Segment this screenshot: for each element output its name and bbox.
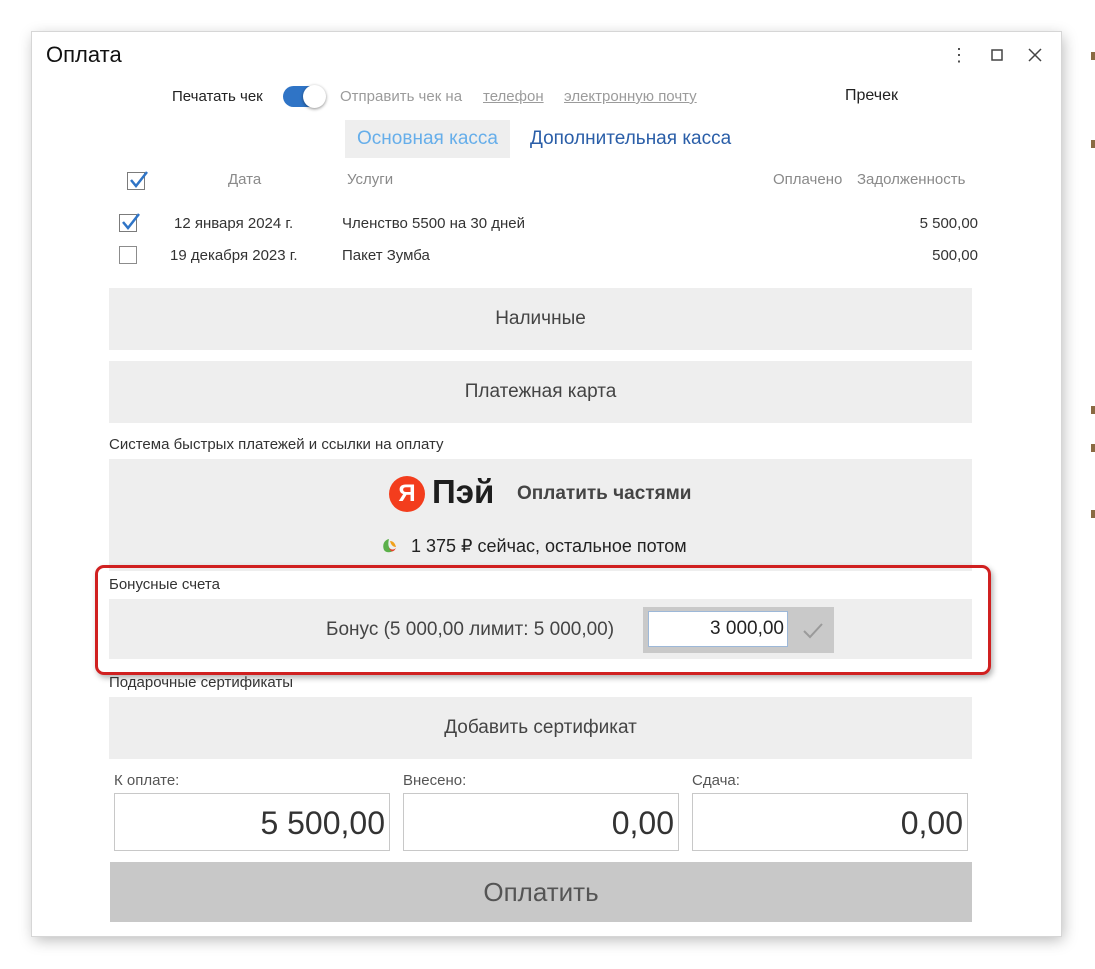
background-window-edge <box>1061 32 1095 936</box>
tab-additional-register[interactable]: Дополнительная касса <box>530 120 731 158</box>
row-service: Членство 5500 на 30 дней <box>342 215 525 232</box>
certificates-section-label: Подарочные сертификаты <box>109 674 294 691</box>
highlight-frame <box>95 565 991 675</box>
column-header-debt: Задолженность <box>857 171 966 188</box>
add-certificate-button[interactable]: Добавить сертификат <box>109 697 972 759</box>
card-button[interactable]: Платежная карта <box>109 361 972 423</box>
row-debt: 500,00 <box>932 247 978 264</box>
row-checkbox[interactable] <box>119 246 137 264</box>
row-debt: 5 500,00 <box>919 215 978 232</box>
row-date: 19 декабря 2023 г. <box>170 247 298 264</box>
print-receipt-toggle[interactable] <box>283 85 326 108</box>
yandex-logo-icon: Я <box>389 476 425 512</box>
column-header-service: Услуги <box>347 171 394 188</box>
pay-button[interactable]: Оплатить <box>110 862 972 922</box>
row-service: Пакет Зумба <box>342 247 430 264</box>
paid-label: Внесено: <box>403 772 467 789</box>
cash-button[interactable]: Наличные <box>109 288 972 350</box>
send-receipt-label: Отправить чек на <box>340 88 463 105</box>
column-header-paid: Оплачено <box>773 171 843 188</box>
yandex-pay-logo-text: Пэй <box>432 473 495 510</box>
maximize-icon[interactable] <box>984 42 1010 68</box>
to-pay-field: 5 500,00 <box>114 793 390 851</box>
paid-field[interactable]: 0,00 <box>403 793 679 851</box>
change-field: 0,00 <box>692 793 968 851</box>
more-options-icon[interactable]: ⋮ <box>946 42 972 68</box>
toggle-knob <box>303 85 326 108</box>
installment-subline: 1 375 ₽ сейчас, остальное потом <box>411 536 687 556</box>
payment-dialog: Оплата ⋮ Печатать чек Отправить чек на т… <box>32 32 1061 936</box>
yandex-pay-button[interactable]: Я Пэй Оплатить частями 1 375 ₽ сейчас, о… <box>109 459 972 571</box>
send-to-email-link[interactable]: электронную почту <box>564 88 697 105</box>
send-to-phone-link[interactable]: телефон <box>483 88 544 105</box>
row-checkbox[interactable] <box>119 213 140 232</box>
split-payment-icon <box>383 539 396 553</box>
checkmark-icon <box>130 171 148 188</box>
change-label: Сдача: <box>692 772 740 789</box>
pay-in-parts-label: Оплатить частями <box>517 483 692 504</box>
sbp-section-label: Система быстрых платежей и ссылки на опл… <box>109 436 444 453</box>
close-icon[interactable] <box>1022 42 1048 68</box>
select-all-checkbox[interactable] <box>127 171 148 190</box>
tab-main-register[interactable]: Основная касса <box>345 120 510 158</box>
dialog-title: Оплата <box>46 42 122 67</box>
checkmark-icon <box>122 213 140 230</box>
row-date: 12 января 2024 г. <box>174 215 294 232</box>
precheck-button[interactable]: Пречек <box>845 87 898 105</box>
column-header-date: Дата <box>228 171 262 188</box>
to-pay-label: К оплате: <box>114 772 180 789</box>
print-receipt-label: Печатать чек <box>172 88 263 105</box>
